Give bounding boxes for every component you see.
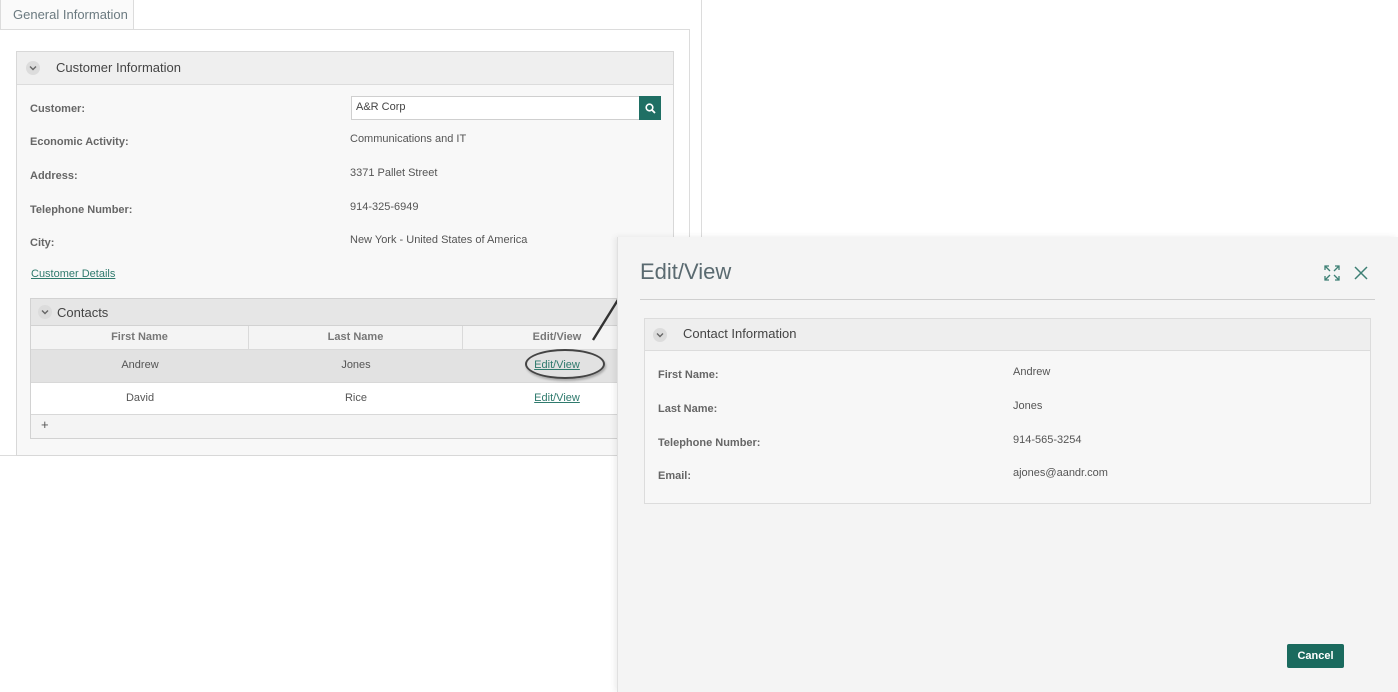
modal-title: Edit/View — [640, 259, 732, 284]
add-contact-button[interactable]: + — [41, 417, 49, 432]
tab-general-information[interactable]: General Information — [0, 0, 134, 29]
first-name-label: First Name: — [658, 369, 719, 381]
edit-view-modal: Edit/View Contact Information First Name… — [617, 237, 1398, 692]
close-icon[interactable] — [1353, 265, 1369, 281]
contact-information-card: Contact Information First Name: Andrew L… — [644, 318, 1371, 504]
contacts-header[interactable]: Contacts — [31, 299, 649, 326]
cancel-button[interactable]: Cancel — [1287, 644, 1344, 668]
last-name-cell: Rice — [344, 392, 367, 404]
contacts-title: Contacts — [57, 305, 109, 320]
last-name-label: Last Name: — [658, 403, 718, 415]
customer-input-value: A&R Corp — [356, 101, 406, 113]
first-name-cell: David — [125, 392, 155, 404]
city-value: New York - United States of America — [350, 234, 528, 246]
table-row[interactable]: David Rice Edit/View — [31, 383, 649, 415]
customer-search-button[interactable] — [639, 96, 661, 120]
last-name-value: Jones — [1013, 400, 1043, 412]
telephone-label: Telephone Number: — [30, 204, 133, 216]
last-name-cell: Jones — [341, 359, 371, 371]
chevron-down-icon[interactable] — [26, 61, 40, 75]
modal-divider — [640, 299, 1375, 300]
email-label: Email: — [658, 470, 692, 482]
column-header-last-name[interactable]: Last Name — [249, 326, 463, 349]
customer-label: Customer: — [30, 103, 86, 115]
customer-information-header[interactable]: Customer Information — [17, 52, 673, 85]
economic-activity-label: Economic Activity: — [30, 136, 129, 148]
email-value: ajones@aandr.com — [1013, 467, 1108, 479]
tab-label: General Information — [13, 7, 128, 22]
section-title: Customer Information — [56, 60, 181, 75]
contacts-grid-header: First Name Last Name Edit/View — [31, 326, 649, 350]
address-label: Address: — [30, 170, 78, 182]
customer-input[interactable]: A&R Corp — [351, 96, 640, 120]
search-icon — [644, 102, 656, 114]
customer-information-card: Customer Information Customer: A&R Corp … — [16, 51, 674, 456]
telephone-value: 914-565-3254 — [1013, 434, 1082, 446]
first-name-cell: Andrew — [121, 359, 159, 371]
column-header-first-name[interactable]: First Name — [31, 326, 249, 349]
telephone-value: 914-325-6949 — [350, 201, 419, 213]
chevron-down-icon[interactable] — [38, 305, 52, 319]
economic-activity-value: Communications and IT — [350, 133, 467, 145]
callout-ellipse — [525, 349, 605, 379]
address-value: 3371 Pallet Street — [350, 167, 438, 179]
edit-view-link[interactable]: Edit/View — [534, 392, 580, 404]
first-name-value: Andrew — [1013, 366, 1051, 378]
chevron-down-icon[interactable] — [653, 328, 667, 342]
city-label: City: — [30, 237, 55, 249]
expand-icon[interactable] — [1324, 265, 1340, 281]
divider — [701, 0, 702, 237]
customer-details-link[interactable]: Customer Details — [31, 268, 115, 280]
section-title: Contact Information — [683, 326, 797, 341]
contact-information-header[interactable]: Contact Information — [645, 319, 1370, 351]
contacts-grid-footer: + — [31, 415, 649, 438]
telephone-label: Telephone Number: — [658, 437, 761, 449]
